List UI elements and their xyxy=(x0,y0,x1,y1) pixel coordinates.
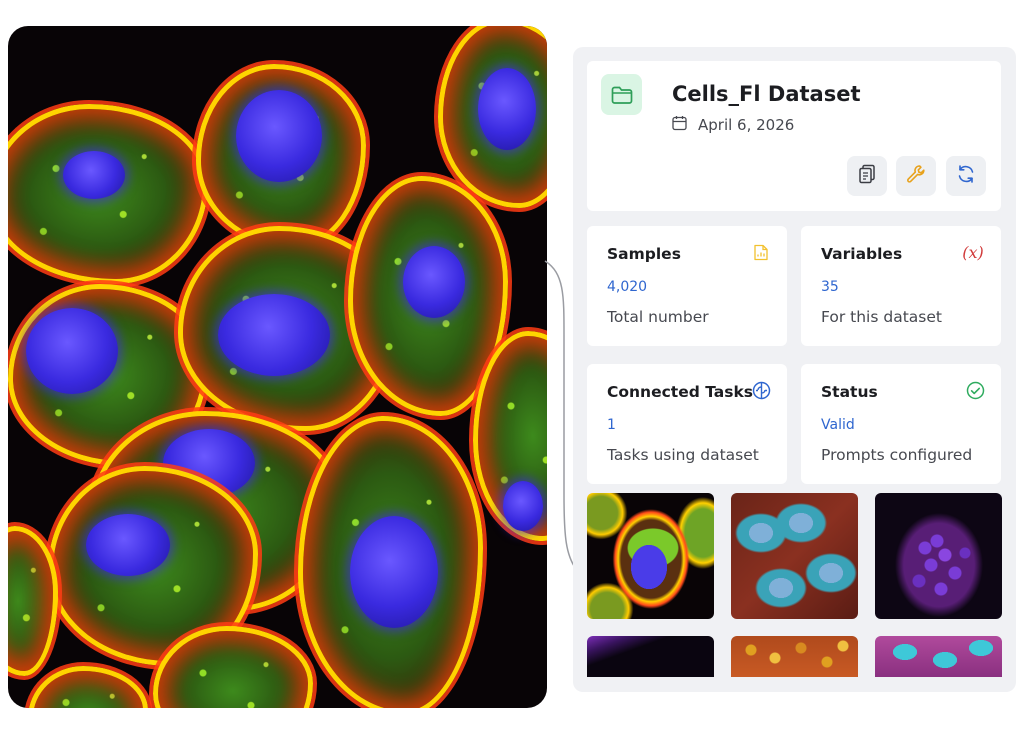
variables-value: 35 xyxy=(821,279,839,295)
clipboard-icon xyxy=(858,164,876,188)
thumbnail-cells-purple-nuclei[interactable] xyxy=(875,493,1002,619)
samples-label: Samples xyxy=(607,245,681,263)
brain-icon xyxy=(751,380,771,400)
status-label: Status xyxy=(821,383,878,401)
refresh-button[interactable] xyxy=(946,156,986,196)
status-caption: Prompts configured xyxy=(821,446,973,464)
thumbnail-cells-orange-colony[interactable] xyxy=(731,636,858,677)
thumbnail-cells-pink-cyan[interactable] xyxy=(875,636,1002,677)
folder-icon xyxy=(601,74,642,115)
wrench-icon xyxy=(906,164,926,188)
thumbnail-cells-yellow-green[interactable] xyxy=(587,493,714,619)
microscopy-image xyxy=(8,26,547,708)
samples-caption: Total number xyxy=(607,308,709,326)
copy-button[interactable] xyxy=(847,156,887,196)
status-card: Status Valid Prompts configured xyxy=(801,364,1001,484)
settings-button[interactable] xyxy=(896,156,936,196)
variables-caption: For this dataset xyxy=(821,308,942,326)
status-value: Valid xyxy=(821,417,855,433)
dataset-title: Cells_Fl Dataset xyxy=(672,82,861,106)
variables-card: Variables (x) 35 For this dataset xyxy=(801,226,1001,346)
dataset-date: April 6, 2026 xyxy=(698,116,795,134)
refresh-icon xyxy=(956,164,976,188)
check-circle-icon xyxy=(965,380,985,400)
connected-tasks-value: 1 xyxy=(607,417,616,433)
samples-card: Samples 4,020 Total number xyxy=(587,226,787,346)
connected-tasks-label: Connected Tasks xyxy=(607,383,754,401)
dataset-panel: Cells_Fl Dataset April 6, 2026 Samples 4… xyxy=(573,47,1016,692)
connected-tasks-card: Connected Tasks 1 Tasks using dataset xyxy=(587,364,787,484)
thumbnail-cells-red-cyan[interactable] xyxy=(731,493,858,619)
file-chart-icon xyxy=(751,242,771,262)
variables-label: Variables xyxy=(821,245,903,263)
dataset-date-row: April 6, 2026 xyxy=(672,115,794,135)
samples-value: 4,020 xyxy=(607,279,648,295)
dataset-header-card: Cells_Fl Dataset April 6, 2026 xyxy=(587,61,1001,211)
function-x-icon: (x) xyxy=(962,242,984,262)
thumbnail-cells-purple-dark[interactable] xyxy=(587,636,714,677)
connected-tasks-caption: Tasks using dataset xyxy=(607,446,759,464)
calendar-icon xyxy=(672,115,687,135)
